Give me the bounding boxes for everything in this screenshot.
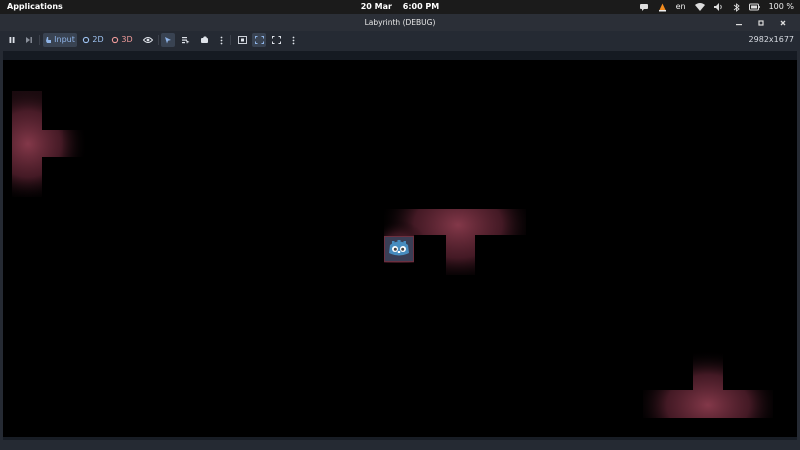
minimize-icon [736, 23, 742, 25]
wifi-icon[interactable] [694, 3, 705, 11]
keep-aspect-button[interactable] [235, 33, 249, 47]
stretch-button[interactable] [252, 33, 266, 47]
clock-time: 6:00 PM [402, 2, 440, 11]
window-title-bar[interactable]: Labyrinth (DEBUG) [0, 14, 800, 31]
kebab-menu-icon [292, 36, 294, 44]
game-toolbar: Input 2D 3D 2982x1677 [0, 31, 800, 49]
game-resolution-label: 2982x1677 [748, 35, 794, 44]
lit-corridor-center [384, 209, 526, 275]
mode-3d-label: 3D [121, 35, 133, 44]
camera-icon [201, 36, 208, 43]
bluetooth-icon[interactable] [733, 2, 740, 12]
input-mode-button[interactable]: Input [43, 33, 77, 47]
input-mode-label: Input [54, 35, 75, 44]
pause-icon [9, 37, 15, 43]
window-title: Labyrinth (DEBUG) [364, 18, 436, 27]
godot-robot-icon [389, 240, 409, 256]
fit-frame-icon [237, 36, 247, 44]
fullscreen-button[interactable] [269, 33, 283, 47]
mode-3d-button[interactable]: 3D [110, 33, 134, 47]
list-select-button[interactable] [178, 33, 192, 47]
kebab-menu-icon [220, 36, 222, 44]
close-button[interactable] [778, 18, 788, 28]
vlc-icon[interactable] [658, 3, 667, 12]
pointer-hand-icon [46, 37, 52, 43]
battery-icon[interactable] [748, 3, 760, 11]
toolbar-divider [230, 35, 231, 45]
toolbar-divider [158, 35, 159, 45]
player-character [384, 236, 414, 262]
pause-button[interactable] [5, 33, 19, 47]
mode-2d-button[interactable]: 2D [81, 33, 105, 47]
maximize-icon [758, 19, 764, 26]
eye-icon [143, 37, 153, 43]
lit-corridor-left [12, 91, 91, 197]
chat-icon[interactable] [639, 3, 649, 12]
visibility-toggle-button[interactable] [141, 33, 155, 47]
system-tray: en 100 % [639, 0, 794, 14]
list-select-icon [181, 37, 189, 44]
close-icon [780, 20, 786, 25]
volume-icon[interactable] [713, 3, 724, 11]
keyboard-layout-indicator[interactable]: en [676, 0, 686, 14]
fullscreen-icon [271, 36, 281, 44]
toolbar-divider [39, 35, 40, 45]
more-options-button[interactable] [216, 33, 226, 47]
step-forward-icon [26, 37, 32, 43]
battery-percentage: 100 % [768, 2, 794, 11]
lit-corridor-bottom-right [643, 352, 773, 418]
cursor-arrow-icon [165, 37, 171, 44]
node-2d-icon [83, 36, 90, 44]
next-frame-button[interactable] [22, 33, 36, 47]
minimize-button[interactable] [734, 18, 744, 28]
maximize-button[interactable] [756, 18, 766, 28]
camera-override-button[interactable] [197, 33, 213, 47]
select-mode-button[interactable] [161, 33, 175, 47]
node-3d-icon [112, 36, 119, 44]
mode-2d-label: 2D [92, 35, 104, 44]
viewport-bottom-border [3, 437, 797, 440]
system-top-bar: Applications 20 Mar 6:00 PM en 100 % [0, 0, 800, 14]
embed-options-button[interactable] [288, 33, 298, 47]
clock-date: 20 Mar [360, 2, 392, 11]
window-controls [734, 14, 788, 31]
expand-icon [254, 36, 264, 44]
